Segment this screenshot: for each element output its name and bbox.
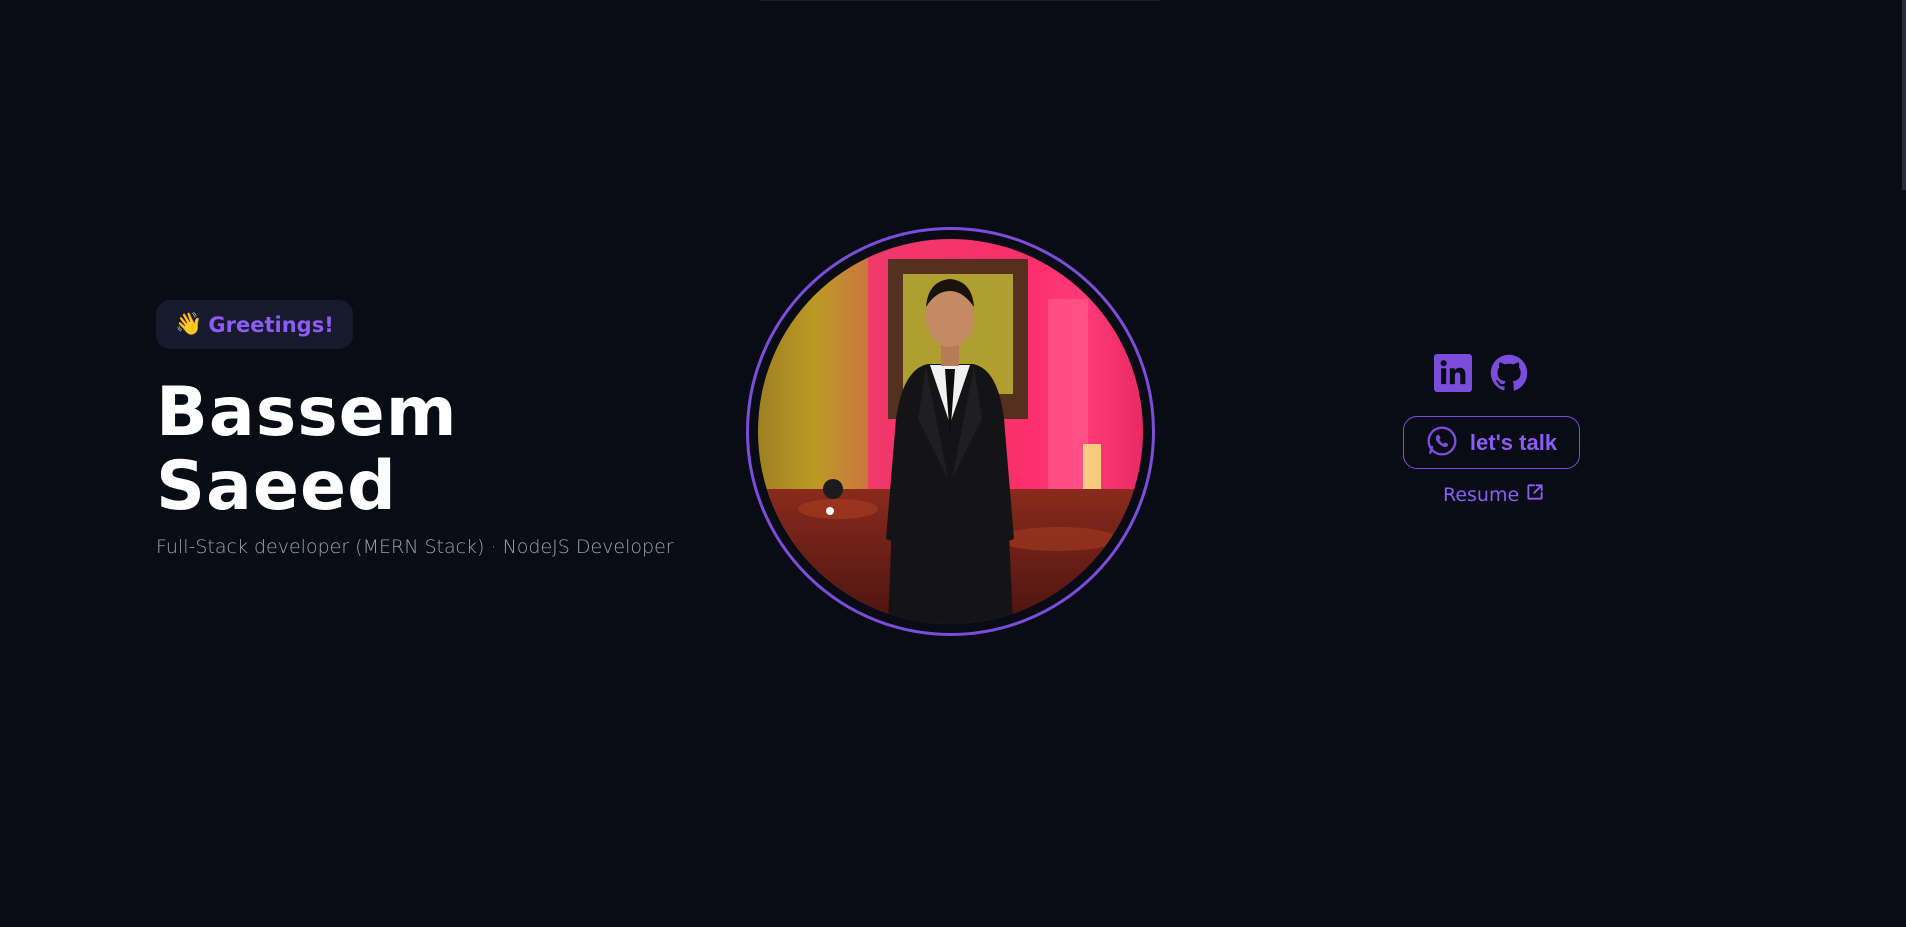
person-name: Bassem Saeed	[156, 376, 458, 524]
lets-talk-button[interactable]: let's talk	[1403, 416, 1580, 469]
job-title: Full-Stack developer (MERN Stack) · Node…	[156, 536, 674, 558]
github-icon[interactable]	[1490, 354, 1528, 392]
resume-label: Resume	[1443, 483, 1520, 506]
whatsapp-icon	[1426, 425, 1458, 460]
portrait-ring	[746, 227, 1155, 636]
profile-photo	[758, 239, 1143, 624]
top-divider	[760, 0, 1160, 1]
last-name: Saeed	[156, 447, 397, 526]
resume-link[interactable]: Resume	[1443, 482, 1545, 507]
linkedin-icon[interactable]	[1434, 354, 1472, 392]
lets-talk-label: let's talk	[1469, 429, 1558, 455]
social-links	[1434, 354, 1528, 392]
external-link-icon	[1525, 482, 1545, 507]
scrollbar[interactable]	[1902, 0, 1906, 190]
waving-hand-icon: 👋	[175, 311, 203, 337]
greeting-text: Greetings!	[208, 312, 334, 337]
hero-page: 👋 Greetings! Bassem Saeed Full-Stack dev…	[0, 0, 1906, 927]
greeting-badge: 👋 Greetings!	[156, 300, 353, 349]
first-name: Bassem	[156, 373, 458, 452]
